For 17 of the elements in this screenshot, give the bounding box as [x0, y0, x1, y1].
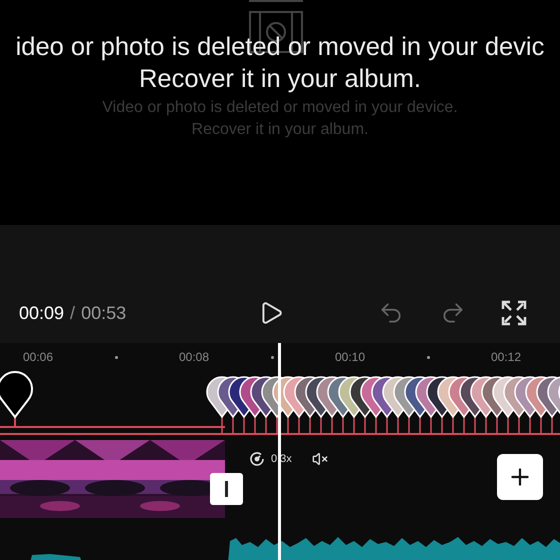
error-message-line: Recover it in your album. — [138, 64, 422, 95]
ghost-message-line: Video or photo is deleted or moved in your device. — [102, 98, 458, 118]
speed-icon — [249, 451, 265, 467]
current-time: 00:09 — [19, 302, 64, 324]
time-separator: / — [70, 302, 76, 324]
ruler-dot — [426, 356, 430, 358]
ruler-dot — [270, 356, 274, 358]
trim-handle[interactable] — [210, 473, 243, 505]
ruler-dot — [114, 356, 118, 358]
ruler-time-label: 00:08 — [178, 350, 210, 364]
ruler-time-label: 00:06 — [22, 350, 54, 364]
total-time: 00:53 — [81, 302, 126, 324]
ghost-message-line: Recover it in your album. — [192, 120, 368, 140]
error-message-line: ideo or photo is deleted or moved in your devic — [16, 32, 544, 63]
ruler-time-label: 00:10 — [334, 350, 366, 364]
ruler-time-label: 00:12 — [490, 350, 522, 364]
add-clip-button[interactable] — [497, 454, 543, 500]
